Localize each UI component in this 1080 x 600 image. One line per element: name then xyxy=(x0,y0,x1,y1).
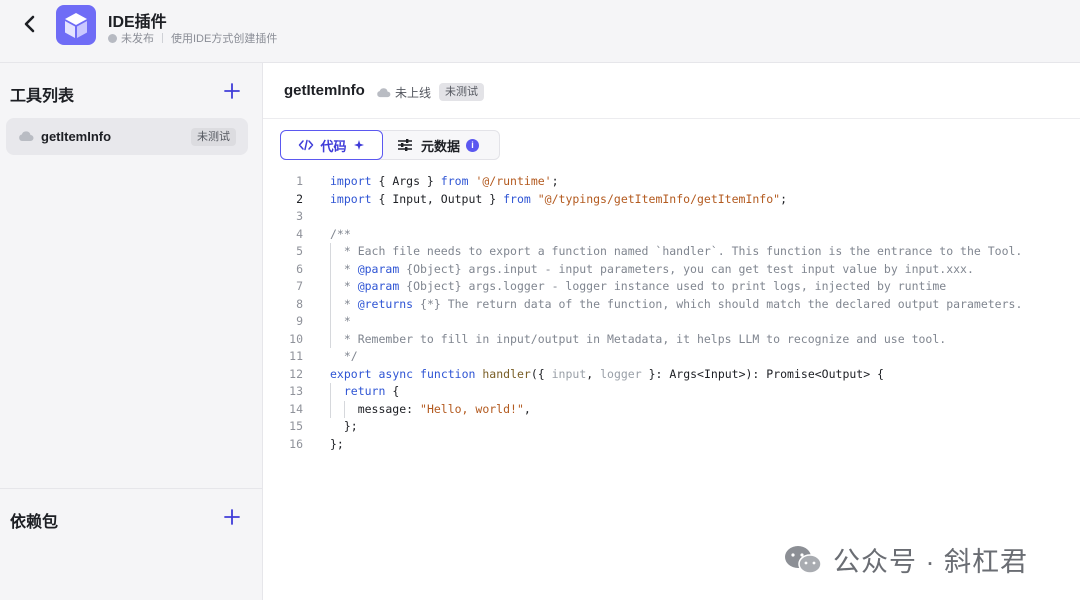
test-status-badge: 未测试 xyxy=(439,83,485,101)
line-number: 12 xyxy=(289,366,303,381)
plugin-title: IDE插件 xyxy=(108,14,167,31)
line-number: 5 xyxy=(296,244,303,258)
app-header: IDE插件 未发布 使用IDE方式创建插件 xyxy=(0,0,1080,63)
publish-status: 未发布 xyxy=(121,33,154,45)
line-number: 7 xyxy=(296,279,303,293)
tool-status: 未上线 未测试 xyxy=(376,83,485,101)
sidebar: 工具列表 getItemInfo 未测试 依赖包 xyxy=(0,63,263,600)
tab-metadata[interactable]: 元数据 i xyxy=(385,130,500,160)
tool-item-getiteminfo[interactable]: getItemInfo 未测试 xyxy=(6,118,248,155)
line-number: 2 xyxy=(296,191,303,206)
line-number: 6 xyxy=(296,261,303,276)
line-number: 1 xyxy=(296,174,303,188)
cloud-icon xyxy=(19,131,34,141)
dependencies-title: 依赖包 xyxy=(10,514,59,531)
line-number: 8 xyxy=(296,296,303,311)
sparkle-icon xyxy=(353,140,364,150)
tab-metadata-label: 元数据 xyxy=(421,138,461,154)
back-arrow-icon[interactable] xyxy=(16,10,44,38)
indent-guide xyxy=(330,383,331,418)
line-code: message: "Hello, world!", xyxy=(330,401,531,416)
line-code: * @returns {*} The return data of the fu… xyxy=(330,296,1023,311)
plugin-logo xyxy=(56,5,96,45)
sliders-icon xyxy=(398,139,412,151)
tool-title: getItemInfo xyxy=(284,82,365,99)
line-number: 11 xyxy=(289,349,303,363)
add-dependency-plus-icon[interactable] xyxy=(222,507,242,527)
indent-guide xyxy=(344,400,345,418)
divider xyxy=(162,33,163,43)
sidebar-divider xyxy=(0,488,263,489)
tab-code-label: 代码 xyxy=(320,138,347,154)
info-icon[interactable]: i xyxy=(466,138,480,152)
wechat-icon xyxy=(785,545,822,574)
status-dot-icon xyxy=(108,33,117,43)
line-number: 9 xyxy=(296,314,303,328)
line-code: */ xyxy=(330,349,358,363)
line-number: 3 xyxy=(296,209,303,223)
line-code: }; xyxy=(330,436,344,451)
line-code: * @param {Object} args.input - input par… xyxy=(330,261,974,276)
line-code: import { Args } from '@/runtime'; xyxy=(330,174,559,188)
line-number: 16 xyxy=(289,436,303,451)
tool-name: getItemInfo xyxy=(41,129,112,144)
cube-icon xyxy=(65,13,87,38)
tool-header: getItemInfo 未上线 未测试 xyxy=(263,63,1080,119)
line-number: 15 xyxy=(289,419,303,433)
add-tool-plus-icon[interactable] xyxy=(222,81,242,101)
plugin-description: 使用IDE方式创建插件 xyxy=(171,33,278,45)
online-status: 未上线 xyxy=(395,85,432,100)
line-number: 14 xyxy=(289,401,303,416)
code-icon xyxy=(299,139,314,151)
cloud-icon xyxy=(377,87,391,97)
line-code: return { xyxy=(343,384,400,398)
line-number: 4 xyxy=(296,226,303,241)
line-number: 10 xyxy=(289,331,303,346)
plugin-subtitle: 未发布 使用IDE方式创建插件 xyxy=(108,30,277,46)
line-code: * Each file needs to export a function n… xyxy=(330,244,1023,258)
tools-list-title: 工具列表 xyxy=(10,88,75,105)
line-code: * Remember to fill in input/output in Me… xyxy=(330,331,947,346)
line-code: * xyxy=(330,314,351,328)
line-code: * @param {Object} args.logger - logger i… xyxy=(330,279,947,293)
tool-status-badge: 未测试 xyxy=(191,128,236,146)
line-code: /** xyxy=(330,226,351,241)
line-number: 13 xyxy=(289,384,303,398)
main-panel: getItemInfo 未上线 未测试 代码 元数据 i 1 import {… xyxy=(263,63,1080,600)
watermark: 公众号 · 斜杠君 xyxy=(783,540,1028,579)
tab-code[interactable]: 代码 xyxy=(280,130,383,160)
editor-tabs: 代码 元数据 i xyxy=(280,130,500,160)
line-code: export async function handler({ input, l… xyxy=(330,366,884,381)
watermark-text: 公众号 · 斜杠君 xyxy=(833,547,1028,577)
line-code: }; xyxy=(330,419,358,433)
line-code: import { Input, Output } from "@/typings… xyxy=(330,191,788,206)
indent-guide xyxy=(330,243,331,348)
